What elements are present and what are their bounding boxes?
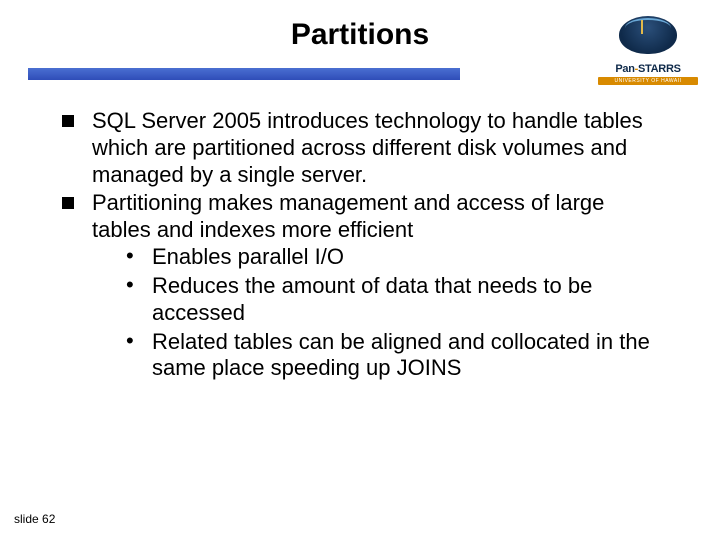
list-item: Partitioning makes management and access… <box>62 190 662 382</box>
sub-bullet-text: Reduces the amount of data that needs to… <box>152 273 592 325</box>
list-item: Reduces the amount of data that needs to… <box>122 273 662 327</box>
content-area: SQL Server 2005 introduces technology to… <box>62 108 662 384</box>
logo-globe-icon <box>619 16 677 54</box>
list-item: Related tables can be aligned and colloc… <box>122 329 662 383</box>
sub-bullet-text: Related tables can be aligned and colloc… <box>152 329 650 381</box>
logo-text: Pan-STARRS <box>615 63 680 75</box>
divider <box>28 68 460 80</box>
bullet-list: SQL Server 2005 introduces technology to… <box>62 108 662 382</box>
slide: Partitions Pan-STARRS UNIVERSITY OF HAWA… <box>0 0 720 540</box>
bullet-text: SQL Server 2005 introduces technology to… <box>92 108 643 187</box>
sub-bullet-list: Enables parallel I/O Reduces the amount … <box>122 244 662 382</box>
brand-logo: Pan-STARRS UNIVERSITY OF HAWAII <box>598 16 698 85</box>
logo-suffix: STARRS <box>638 63 681 75</box>
logo-subtitle: UNIVERSITY OF HAWAII <box>598 77 698 85</box>
list-item: SQL Server 2005 introduces technology to… <box>62 108 662 188</box>
logo-prefix: Pan <box>615 63 634 75</box>
slide-number: slide 62 <box>14 512 55 526</box>
bullet-text: Partitioning makes management and access… <box>92 190 604 242</box>
sub-bullet-text: Enables parallel I/O <box>152 244 344 269</box>
list-item: Enables parallel I/O <box>122 244 662 271</box>
